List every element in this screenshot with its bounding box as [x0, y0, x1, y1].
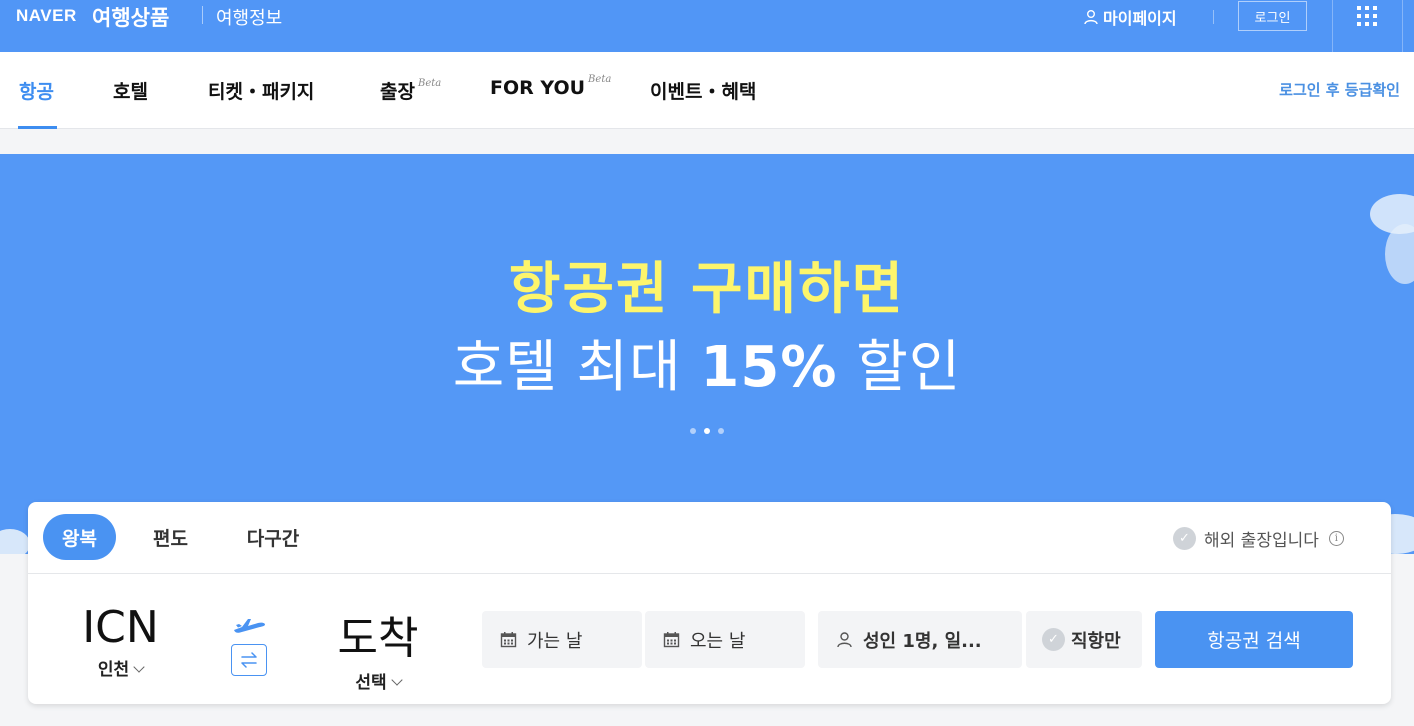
return-date-placeholder: 오는 날: [690, 630, 746, 652]
category-nav: 항공 호텔 티켓・패키지 출장 Beta FOR YOU Beta 이벤트・혜택 로…: [0, 52, 1414, 129]
banner-subheadline: 호텔 최대 15% 할인: [452, 335, 962, 400]
depart-date-placeholder: 가는 날: [527, 630, 583, 652]
departure-selector[interactable]: ICN 인천: [68, 602, 173, 680]
user-icon: [1084, 10, 1098, 25]
divider: [28, 573, 1391, 574]
divider: [1332, 0, 1333, 52]
tab-business-trip[interactable]: 출장 Beta: [380, 77, 441, 104]
mypage-link[interactable]: 마이페이지: [1083, 5, 1177, 29]
carousel-dot[interactable]: [690, 428, 696, 434]
direct-only-toggle[interactable]: ✓ 직항만: [1026, 611, 1142, 668]
login-button[interactable]: 로그인: [1238, 1, 1307, 31]
beta-badge: Beta: [588, 74, 612, 85]
trip-type-roundtrip[interactable]: 왕복: [43, 514, 116, 560]
tab-tickets-packages[interactable]: 티켓・패키지: [208, 77, 314, 104]
apps-grid-icon[interactable]: [1357, 6, 1377, 26]
swap-icon: [241, 652, 257, 668]
departure-city: 인천: [97, 660, 130, 680]
grade-check-link[interactable]: 로그인 후 등급확인: [1279, 79, 1400, 100]
arrival-code: 도착: [337, 613, 419, 664]
airplane-icon: [234, 619, 265, 633]
divider: [202, 6, 203, 24]
swap-airports-button[interactable]: [231, 644, 267, 676]
arrival-city: 선택: [355, 673, 387, 693]
direct-only-label: 직항만: [1071, 630, 1121, 652]
travel-products-title[interactable]: 여행상품: [92, 2, 169, 32]
passengers-value: 성인 1명, 일...: [863, 630, 982, 652]
business-trip-checkbox[interactable]: ✓ 해외 출장입니다 i: [1173, 526, 1344, 551]
info-icon[interactable]: i: [1328, 531, 1344, 546]
promo-banner[interactable]: 항공권 구매하면 호텔 최대 15% 할인: [0, 154, 1414, 554]
carousel-dots: [690, 428, 724, 434]
check-icon: ✓: [1173, 527, 1196, 550]
departure-code: ICN: [82, 602, 159, 653]
chevron-down-icon: [133, 661, 145, 673]
return-date-field[interactable]: 오는 날: [645, 611, 805, 668]
mypage-label: 마이페이지: [1103, 9, 1177, 28]
active-tab-indicator: [18, 126, 57, 129]
calendar-icon: [500, 631, 517, 648]
trip-type-multicity[interactable]: 다구간: [233, 514, 313, 560]
arrival-selector[interactable]: 도착 선택: [323, 602, 433, 693]
cloud-decoration: [0, 529, 30, 554]
calendar-icon: [663, 631, 680, 648]
check-icon: ✓: [1042, 628, 1065, 651]
depart-date-field[interactable]: 가는 날: [482, 611, 642, 668]
top-bar: NAVER 여행상품 여행정보 마이페이지 로그인: [0, 0, 1414, 52]
tab-for-you[interactable]: FOR YOU Beta: [490, 74, 612, 99]
banner-headline: 항공권 구매하면: [508, 257, 906, 322]
divider: [1402, 0, 1403, 52]
tab-flights[interactable]: 항공: [19, 77, 54, 104]
carousel-dot-active[interactable]: [704, 428, 710, 434]
tab-hotels[interactable]: 호텔: [113, 77, 148, 104]
flight-search-card: 왕복 편도 다구간 ✓ 해외 출장입니다 i ICN 인천 도착 선택 가는 날…: [28, 502, 1391, 704]
travel-info-link[interactable]: 여행정보: [216, 4, 282, 30]
trip-type-oneway[interactable]: 편도: [138, 514, 203, 560]
business-trip-label: 해외 출장입니다: [1204, 531, 1319, 551]
tab-events-benefits[interactable]: 이벤트・혜택: [650, 77, 756, 104]
chevron-down-icon: [390, 674, 403, 686]
carousel-dot[interactable]: [718, 428, 724, 434]
user-icon: [836, 631, 853, 648]
divider: [1213, 10, 1214, 24]
flight-search-button[interactable]: 항공권 검색: [1155, 611, 1353, 668]
passengers-field[interactable]: 성인 1명, 일...: [818, 611, 1022, 668]
naver-logo[interactable]: NAVER: [16, 6, 77, 26]
beta-badge: Beta: [417, 78, 442, 89]
